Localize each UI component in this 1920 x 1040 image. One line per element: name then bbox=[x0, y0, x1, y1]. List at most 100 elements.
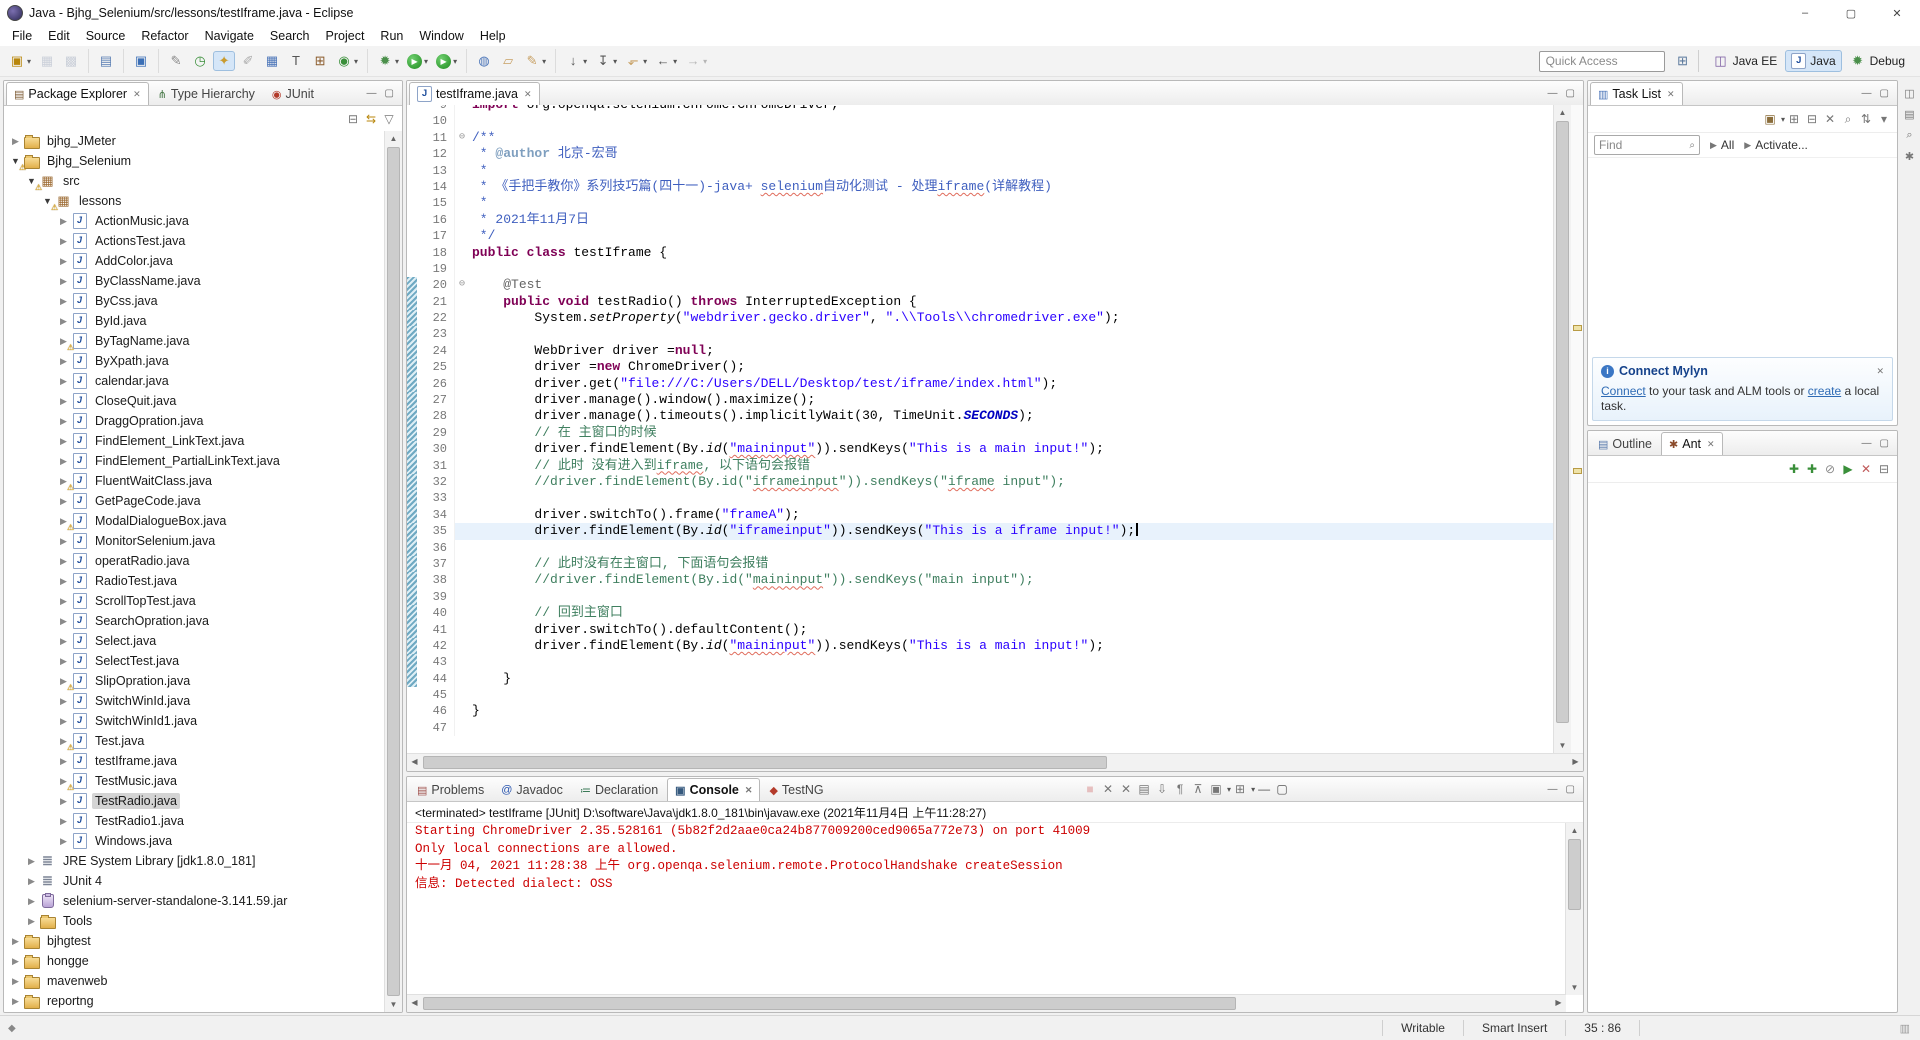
clear-console-icon[interactable]: ▤ bbox=[1135, 781, 1153, 797]
task-folder-icon[interactable]: ▱ bbox=[497, 51, 519, 71]
tree-item-selecttest-java[interactable]: ▶ J SelectTest.java bbox=[4, 651, 385, 671]
tree-item-scrolltoptest-java[interactable]: ▶ J ScrollTopTest.java bbox=[4, 591, 385, 611]
scroll-left-icon[interactable]: ◀ bbox=[407, 995, 422, 1012]
minimize-view-icon[interactable]: — bbox=[363, 88, 381, 99]
perspective-java-ee[interactable]: ◫ Java EE bbox=[1707, 50, 1784, 72]
tab-javadoc[interactable]: @ Javadoc bbox=[493, 778, 571, 801]
tree-item-jre-system-library-jdk1-8-0-181-[interactable]: ▶ ≣ JRE System Library [jdk1.8.0_181] bbox=[4, 851, 385, 871]
expand-arrow-icon[interactable]: ▶ bbox=[56, 416, 71, 427]
tree-item-byxpath-java[interactable]: ▶ J ByXpath.java bbox=[4, 351, 385, 371]
tree-item-bjhg-jmeter[interactable]: ▶ bjhg_JMeter bbox=[4, 131, 385, 151]
expand-arrow-icon[interactable]: ▶ bbox=[8, 996, 23, 1007]
tree-item-bjhgtest[interactable]: ▶ bjhgtest bbox=[4, 931, 385, 951]
code-line-28[interactable]: 28 driver.manage().timeouts().implicitly… bbox=[407, 408, 1554, 425]
expand-arrow-icon[interactable]: ▶ bbox=[8, 936, 23, 947]
save-icon[interactable]: ▦ bbox=[36, 51, 58, 71]
restore-view-icon[interactable]: ◫ bbox=[1904, 87, 1914, 100]
console-horizontal-scrollbar[interactable]: ◀ ▶ bbox=[407, 994, 1566, 1012]
maximize-button[interactable]: ▢ bbox=[1828, 0, 1874, 26]
code-line-42[interactable]: 42 driver.findElement(By.id("maininput")… bbox=[407, 637, 1554, 655]
overview-ruler[interactable] bbox=[1570, 105, 1583, 753]
new-binary-file-icon[interactable]: ▤ bbox=[95, 51, 117, 71]
expand-arrow-icon[interactable]: ▶ bbox=[56, 316, 71, 327]
maximize-view-icon[interactable]: ▢ bbox=[1876, 88, 1893, 99]
view-shortcut-1-icon[interactable]: ▤ bbox=[1904, 108, 1914, 121]
new-class-icon[interactable]: ◉ ▾ bbox=[333, 51, 361, 71]
code-line-43[interactable]: 43 bbox=[407, 654, 1554, 671]
code-line-20[interactable]: 20 ⊖ @Test bbox=[407, 277, 1554, 294]
tree-item-testiframe-java[interactable]: ▶ JtestIframe.java bbox=[4, 751, 385, 771]
tab-testng[interactable]: ◆ TestNG bbox=[761, 778, 831, 801]
pin-console-icon[interactable]: ⊼ bbox=[1189, 781, 1207, 797]
back-icon[interactable]: ← ▾ bbox=[652, 51, 680, 71]
tree-item-fluentwaitclass-java[interactable]: ▶ J ⚠ FluentWaitClass.java bbox=[4, 471, 385, 492]
menu-navigate[interactable]: Navigate bbox=[197, 27, 262, 45]
open-console-icon[interactable]: ⊞ bbox=[1231, 781, 1249, 797]
remove-all-launches-icon[interactable]: ✕ bbox=[1117, 781, 1135, 797]
previous-annotation-icon[interactable]: ↧ ▾ bbox=[592, 51, 620, 71]
mylyn-link-create[interactable]: create bbox=[1808, 384, 1841, 398]
junit-run-icon[interactable]: ◷ bbox=[189, 51, 211, 71]
close-icon[interactable]: ✕ bbox=[745, 785, 753, 796]
tab-console[interactable]: ▣ Console ✕ bbox=[667, 778, 761, 801]
new-task-icon[interactable]: ▣ bbox=[1761, 111, 1779, 127]
annotation-mark[interactable] bbox=[1573, 467, 1582, 474]
close-icon[interactable]: ✕ bbox=[1876, 366, 1884, 377]
tree-item-switchwinid-java[interactable]: ▶ J SwitchWinId.java bbox=[4, 691, 385, 711]
code-line-14[interactable]: 14 * 《手把手教你》系列技巧篇(四十一)-java+ selenium自动化… bbox=[407, 178, 1554, 196]
tree-item-select-java[interactable]: ▶ J Select.java bbox=[4, 631, 385, 651]
expand-arrow-icon[interactable]: ▶ bbox=[56, 716, 71, 727]
tree-item-slipopration-java[interactable]: ▶ J ⚠ SlipOpration.java bbox=[4, 671, 385, 692]
code-line-24[interactable]: 24 WebDriver driver =null; bbox=[407, 342, 1554, 360]
code-line-33[interactable]: 33 bbox=[407, 490, 1554, 507]
tab-declaration[interactable]: ≔ Declaration bbox=[572, 778, 666, 801]
terminate-icon[interactable]: ■ bbox=[1081, 781, 1099, 797]
tree-item-switchwinid1-java[interactable]: ▶ J SwitchWinId1.java bbox=[4, 711, 385, 731]
maximize-view-icon[interactable]: ▢ bbox=[1876, 438, 1893, 449]
next-annotation-icon[interactable]: ↓ ▾ bbox=[562, 51, 590, 71]
collapse-all-icon[interactable]: ⊟ bbox=[344, 111, 362, 127]
expand-arrow-icon[interactable]: ▶ bbox=[56, 356, 71, 367]
maximize-view-icon[interactable]: ▢ bbox=[1273, 781, 1291, 797]
remove-icon[interactable]: ✕ bbox=[1857, 461, 1875, 477]
tab-task-list[interactable]: ▥ Task List ✕ bbox=[1590, 82, 1683, 105]
code-line-46[interactable]: 46} bbox=[407, 703, 1554, 720]
menu-file[interactable]: File bbox=[4, 27, 40, 45]
search-icon[interactable]: ⌕ bbox=[1839, 111, 1857, 128]
tree-item-closequit-java[interactable]: ▶ J CloseQuit.java bbox=[4, 391, 385, 411]
run-icon[interactable]: ▶ ▾ bbox=[404, 52, 431, 71]
tree-item-src[interactable]: ▼ ▦ ⚠ src bbox=[4, 171, 385, 193]
activate-link[interactable]: Activate... bbox=[1755, 138, 1808, 152]
collapse-icon[interactable]: ⊟ bbox=[1803, 111, 1821, 127]
type-hierarchy-icon[interactable]: T bbox=[285, 51, 307, 71]
code-line-15[interactable]: 15 * bbox=[407, 195, 1554, 212]
expand-arrow-icon[interactable]: ▶ bbox=[56, 556, 71, 567]
insert-mode-status[interactable]: Smart Insert bbox=[1464, 1021, 1565, 1035]
dropdown-arrow-icon[interactable]: ▾ bbox=[643, 57, 647, 66]
expand-arrow-icon[interactable]: ▶ bbox=[56, 816, 71, 827]
expand-arrow-icon[interactable]: ▶ bbox=[56, 496, 71, 507]
code-editor[interactable]: 9 import org.openqa.selenium.chrome.Chrom… bbox=[407, 105, 1554, 753]
annotation-mark[interactable] bbox=[1573, 325, 1582, 332]
code-line-17[interactable]: 17 */ bbox=[407, 228, 1554, 245]
code-line-30[interactable]: 30 driver.findElement(By.id("maininput")… bbox=[407, 441, 1554, 458]
tree-item-selenium-server-standalone-3-141-59-jar[interactable]: ▶ selenium-server-standalone-3.141.59.jar bbox=[4, 891, 385, 911]
tree-item-draggopration-java[interactable]: ▶ J DraggOpration.java bbox=[4, 411, 385, 431]
dropdown-arrow-icon[interactable]: ▾ bbox=[453, 57, 457, 66]
close-icon[interactable]: ✕ bbox=[524, 89, 532, 100]
code-line-35[interactable]: 35 driver.findElement(By.id("iframeinput… bbox=[407, 523, 1554, 540]
tree-item-testmusic-java[interactable]: ▶ J ⚠ TestMusic.java bbox=[4, 771, 385, 792]
scroll-left-icon[interactable]: ◀ bbox=[407, 754, 422, 771]
tree-item-windows-java[interactable]: ▶ J Windows.java bbox=[4, 831, 385, 851]
expand-arrow-icon[interactable]: ▶ bbox=[24, 916, 39, 927]
dropdown-arrow-icon[interactable]: ▾ bbox=[395, 57, 399, 66]
scroll-down-icon[interactable]: ▼ bbox=[385, 997, 402, 1012]
last-edit-location-icon[interactable]: ⬐ ▾ bbox=[622, 51, 650, 71]
menu-edit[interactable]: Edit bbox=[40, 27, 78, 45]
code-line-41[interactable]: 41 driver.switchTo().defaultContent(); bbox=[407, 621, 1554, 638]
word-wrap-icon[interactable]: ¶ bbox=[1171, 781, 1189, 797]
tree-item-radiotest-java[interactable]: ▶ J RadioTest.java bbox=[4, 571, 385, 591]
editor-horizontal-scrollbar[interactable]: ◀ ▶ bbox=[407, 753, 1583, 771]
display-selected-console-icon[interactable]: ▣ bbox=[1207, 781, 1225, 797]
dropdown-arrow-icon[interactable]: ▾ bbox=[673, 57, 677, 66]
